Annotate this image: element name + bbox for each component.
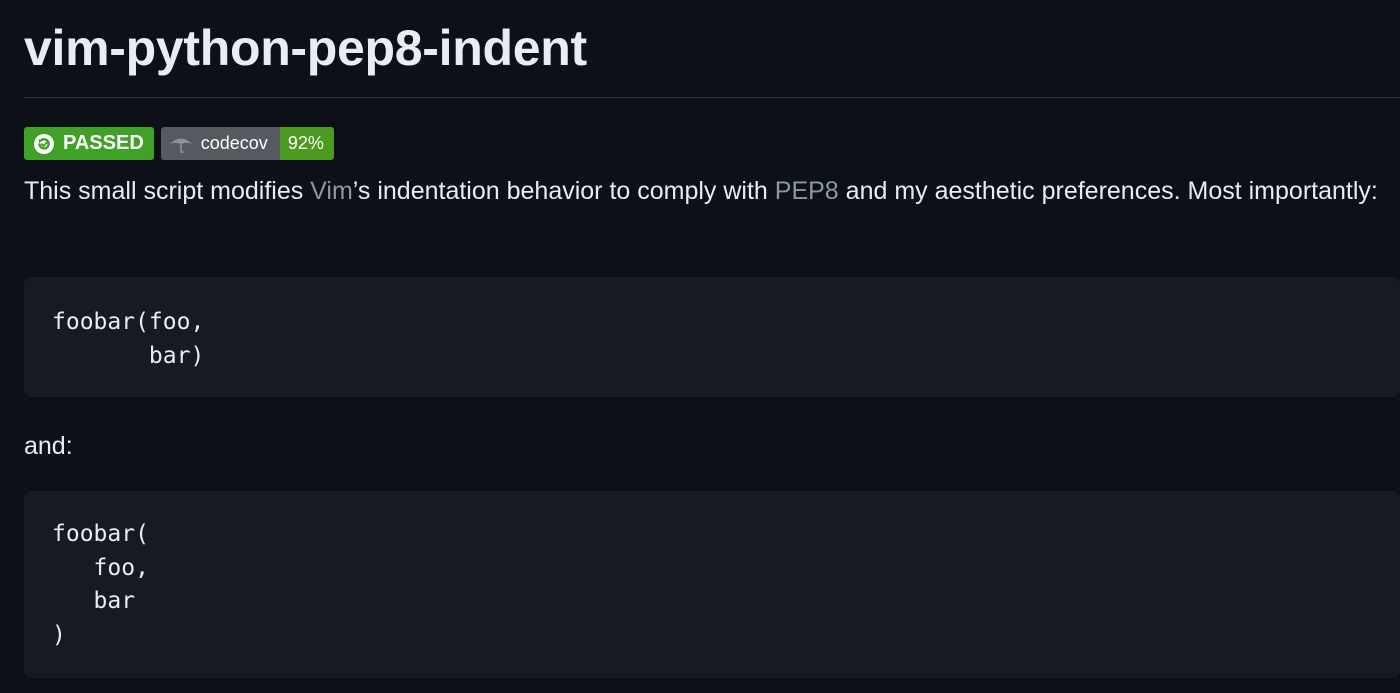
page-title: vim-python-pep8-indent (24, 20, 587, 76)
badge-row: PASSED codecov 92% (24, 127, 334, 160)
code-block-2[interactable]: foobar( foo, bar ) (24, 491, 1400, 678)
coverage-value: 92% (287, 133, 324, 153)
and-text: and: (24, 432, 73, 460)
code-example-2: foobar( foo, bar ) (52, 521, 149, 648)
umbrella-icon (167, 134, 195, 154)
intro-text-3: and my aesthetic preferences. Most impor… (838, 177, 1378, 205)
code-example-1: foobar(foo, bar) (52, 309, 205, 369)
refresh-check-icon (33, 133, 55, 155)
build-status-badge[interactable]: PASSED (24, 127, 154, 160)
intro-paragraph: This small script modifies Vim’s indenta… (24, 171, 1384, 211)
intro-text-2: ’s indentation behavior to comply with (352, 177, 775, 205)
codecov-label: codecov (200, 133, 268, 153)
build-status-label: PASSED (63, 132, 144, 154)
code-block-1[interactable]: foobar(foo, bar) (24, 277, 1400, 397)
pep8-link[interactable]: PEP8 (775, 177, 839, 205)
vim-link[interactable]: Vim (310, 177, 353, 205)
readme-content: vim-python-pep8-indent PASSED codecov 92… (24, 0, 1400, 693)
intro-text-1: This small script modifies (24, 177, 311, 205)
title-divider (24, 97, 1400, 98)
codecov-badge[interactable]: codecov 92% (160, 127, 334, 160)
